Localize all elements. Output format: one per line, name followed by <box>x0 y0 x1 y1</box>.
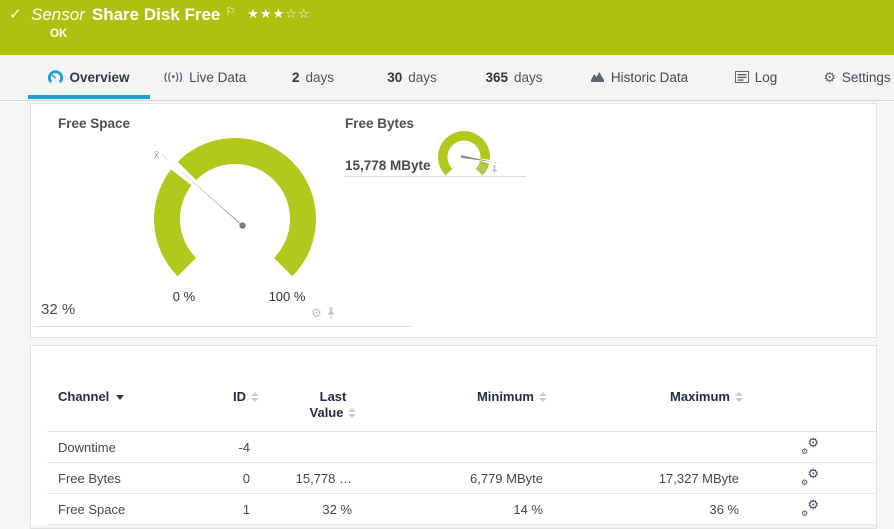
channel-minimum: 6,779 MByte <box>423 463 543 494</box>
widget-toolbar: ⚙ <box>311 307 336 319</box>
sensor-status-header: ✓ Sensor Share Disk Free ⚐ ★★★☆☆ OK <box>0 0 894 55</box>
channel-settings-icon[interactable]: ⚙⚙ <box>801 439 819 456</box>
object-kind-label: Sensor <box>31 4 85 26</box>
sensor-title-line: Sensor Share Disk Free ⚐ ★★★☆☆ <box>31 4 311 26</box>
channel-settings-icon[interactable]: ⚙⚙ <box>801 501 819 518</box>
sort-icon <box>251 392 259 402</box>
channel-id: 1 <box>171 494 250 525</box>
channel-id: 0 <box>171 463 250 494</box>
gear-icon[interactable]: ⚙ <box>477 165 486 175</box>
gauge-needle <box>461 155 493 162</box>
column-header-id[interactable]: ID <box>171 389 259 405</box>
free-space-value: 32 % <box>41 301 75 318</box>
flag-icon[interactable]: ⚐ <box>225 5 235 18</box>
channel-last-value <box>252 432 352 463</box>
column-header-last-value[interactable]: Last Value <box>293 389 373 421</box>
channel-last-value: 15,778 … <box>252 463 352 494</box>
tab-log[interactable]: Log <box>731 55 781 99</box>
tab-live-data[interactable]: ((•)) Live Data <box>160 55 250 99</box>
sort-icon <box>735 392 743 402</box>
sort-desc-icon <box>116 395 124 400</box>
gauge-needle <box>168 160 244 228</box>
channel-maximum: 17,327 MByte <box>619 463 739 494</box>
channel-id: -4 <box>171 432 250 463</box>
gauge-icon <box>48 70 63 84</box>
live-signal-icon: ((•)) <box>164 72 183 83</box>
average-marker: x̄ <box>154 150 159 161</box>
channel-last-value: 32 % <box>252 494 352 525</box>
widget-toolbar: ⚙ <box>477 165 499 175</box>
tab-30-days[interactable]: 30 days <box>383 55 441 99</box>
column-header-channel[interactable]: Channel <box>58 389 124 405</box>
gauges-panel: x̄ Free Space 0 % 100 % 32 % ⚙ Free Byte… <box>30 103 877 338</box>
gear-icon: ⚙ <box>823 70 836 84</box>
active-tab-underline <box>28 95 150 99</box>
channel-name: Downtime <box>58 432 116 463</box>
channel-name: Free Bytes <box>58 463 121 494</box>
divider <box>33 326 411 327</box>
pin-icon[interactable] <box>490 165 499 175</box>
channel-minimum <box>423 432 543 463</box>
tab-bar: Overview ((•)) Live Data 2 days 30 days … <box>0 55 894 101</box>
log-list-icon <box>735 71 749 83</box>
channel-settings-icon[interactable]: ⚙⚙ <box>801 470 819 487</box>
tab-365-days[interactable]: 365 days <box>481 55 547 99</box>
pin-icon[interactable] <box>326 307 336 319</box>
tab-historic-data[interactable]: Historic Data <box>586 55 692 99</box>
tab-settings[interactable]: ⚙ Settings <box>822 55 892 99</box>
tab-2-days[interactable]: 2 days <box>288 55 338 99</box>
column-header-maximum[interactable]: Maximum <box>623 389 743 405</box>
chart-icon <box>590 71 605 83</box>
ok-check-icon: ✓ <box>9 5 22 23</box>
channel-name: Free Space <box>58 494 125 525</box>
gauge-min-label: 0 % <box>159 289 209 304</box>
tab-overview[interactable]: Overview <box>28 55 150 99</box>
sort-icon <box>539 392 547 402</box>
channels-table-panel: Channel ID Last Value Minimum Maximum Do… <box>30 345 877 529</box>
gear-icon[interactable]: ⚙ <box>311 307 322 319</box>
priority-stars[interactable]: ★★★☆☆ <box>247 6 310 22</box>
free-space-gauge: x̄ <box>154 138 316 276</box>
divider <box>344 176 526 177</box>
channel-maximum: 36 % <box>619 494 739 525</box>
status-badge: OK <box>50 28 67 40</box>
channel-maximum <box>619 432 739 463</box>
sensor-name: Share Disk Free <box>92 4 221 26</box>
gauge-max-label: 100 % <box>253 289 321 304</box>
free-bytes-title: Free Bytes <box>345 116 414 131</box>
free-bytes-value: 15,778 MByte <box>345 158 431 173</box>
column-header-minimum[interactable]: Minimum <box>427 389 547 405</box>
sort-icon <box>348 408 356 418</box>
free-space-title: Free Space <box>58 116 130 131</box>
channel-minimum: 14 % <box>423 494 543 525</box>
